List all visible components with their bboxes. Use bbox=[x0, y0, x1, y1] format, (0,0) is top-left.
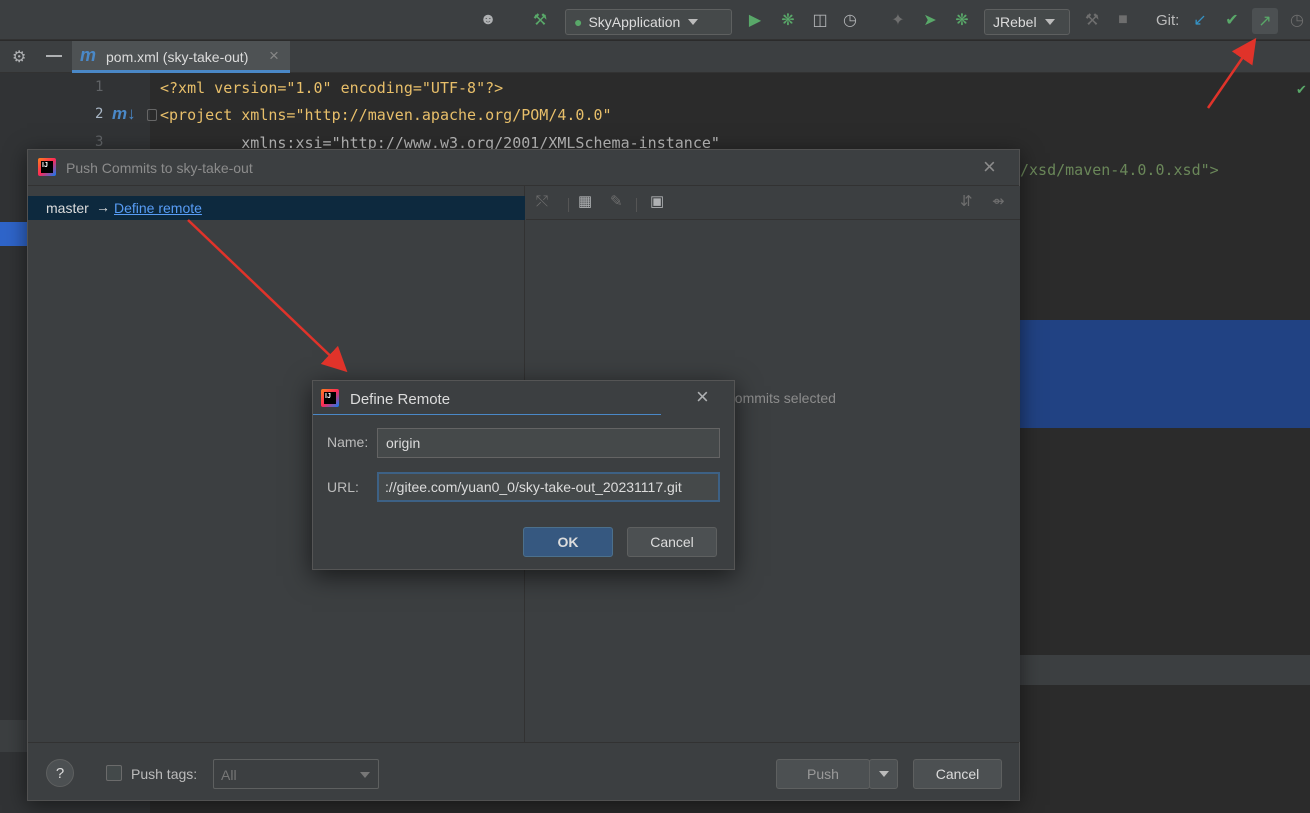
name-label: Name: bbox=[327, 434, 369, 450]
ok-button-label: OK bbox=[557, 534, 579, 550]
chevron-down-icon bbox=[688, 19, 699, 25]
intellij-icon: IJ bbox=[38, 158, 56, 176]
attach-icon[interactable]: ✦ bbox=[888, 10, 908, 30]
define-remote-link[interactable]: Define remote bbox=[114, 200, 202, 216]
close-icon[interactable]: × bbox=[269, 46, 279, 66]
cancel-button[interactable]: Cancel bbox=[913, 759, 1002, 789]
gear-icon[interactable]: ⚙ bbox=[12, 47, 26, 67]
url-label: URL: bbox=[327, 479, 359, 495]
push-dialog-titlebar[interactable]: IJ Push Commits to sky-take-out × bbox=[28, 150, 1019, 186]
close-icon[interactable]: × bbox=[983, 154, 996, 180]
fold-icon[interactable] bbox=[147, 109, 157, 121]
run-config-select[interactable]: ● SkyApplication bbox=[565, 9, 732, 35]
editor-band bbox=[1020, 655, 1310, 685]
url-input[interactable]: ://gitee.com/yuan0_0/sky-take-out_202311… bbox=[377, 472, 720, 502]
inspection-ok-icon: ✔ bbox=[1296, 82, 1307, 97]
edit-icon[interactable]: ✎ bbox=[610, 192, 623, 210]
bottom-strip bbox=[0, 720, 27, 752]
coverage-icon[interactable]: ◫ bbox=[810, 10, 830, 30]
line-number: 3 bbox=[95, 134, 104, 150]
cancel-button[interactable]: Cancel bbox=[627, 527, 717, 557]
history-icon[interactable]: ◷ bbox=[1287, 10, 1307, 30]
git-update-icon[interactable]: ↙ bbox=[1190, 10, 1210, 30]
main-toolbar: ☻ ⚒ ● SkyApplication ▶ ❋ ◫ ◷ ✦ ➤ ❋ JRebe… bbox=[0, 0, 1310, 40]
push-button[interactable]: Push bbox=[776, 759, 870, 789]
divider bbox=[568, 198, 569, 212]
arrow-right-icon: → bbox=[96, 199, 110, 215]
preview-icon[interactable]: ▣ bbox=[650, 192, 664, 210]
close-icon[interactable]: × bbox=[696, 384, 709, 410]
title-underline bbox=[313, 414, 661, 415]
remote-dialog-title: Define Remote bbox=[350, 391, 451, 408]
expand-all-icon[interactable]: ⇵ bbox=[960, 192, 973, 210]
tab-pom-xml[interactable]: m pom.xml (sky-take-out) × bbox=[72, 41, 290, 73]
git-label: Git: bbox=[1156, 12, 1180, 29]
minimize-icon[interactable] bbox=[46, 55, 62, 57]
tags-value: All bbox=[221, 767, 237, 783]
collapse-all-icon[interactable]: ⇴ bbox=[992, 192, 1005, 210]
chevron-down-icon bbox=[878, 771, 889, 777]
build-hammer-icon[interactable]: ⚒ bbox=[530, 10, 550, 30]
code-line-1: <?xml version="1.0" encoding="UTF-8"?> bbox=[160, 79, 504, 97]
debug-icon[interactable]: ❋ bbox=[778, 10, 798, 30]
define-remote-dialog: IJ Define Remote × Name: origin URL: ://… bbox=[312, 380, 735, 570]
push-tags-label: Push tags: bbox=[131, 766, 198, 782]
chevron-down-icon bbox=[1044, 19, 1055, 25]
ok-button[interactable]: OK bbox=[523, 527, 613, 557]
line-number: 2 bbox=[95, 106, 104, 122]
jrebel-run-icon[interactable]: ➤ bbox=[920, 10, 940, 30]
code-line-2: <project xmlns="http://maven.apache.org/… bbox=[160, 106, 612, 124]
help-button[interactable]: ? bbox=[46, 759, 74, 787]
tab-label: pom.xml (sky-take-out) bbox=[106, 49, 249, 65]
jrebel-label: JRebel bbox=[993, 14, 1037, 30]
branch-name: master bbox=[46, 200, 89, 216]
cancel-button-label: Cancel bbox=[650, 534, 694, 550]
profile-icon[interactable]: ◷ bbox=[840, 10, 860, 30]
run-config-label: SkyApplication bbox=[588, 14, 681, 30]
spring-icon: ● bbox=[574, 14, 583, 30]
stop-icon[interactable]: ■ bbox=[1113, 10, 1133, 30]
intellij-icon: IJ bbox=[321, 389, 339, 407]
push-button-label: Push bbox=[807, 766, 839, 782]
selection-marker bbox=[0, 222, 28, 246]
group-by-icon[interactable]: ▦ bbox=[578, 192, 592, 210]
details-toolbar: ⤲ ▦ ✎ ▣ ⇵ ⇴ bbox=[526, 186, 1020, 220]
cancel-button-label: Cancel bbox=[935, 766, 980, 782]
git-push-icon[interactable]: ↗ bbox=[1252, 8, 1278, 34]
divider bbox=[636, 198, 637, 212]
url-value: ://gitee.com/yuan0_0/sky-take-out_202311… bbox=[385, 479, 682, 495]
editor-tab-bar: ⚙ m pom.xml (sky-take-out) × bbox=[0, 41, 1310, 73]
maven-icon: m bbox=[80, 45, 97, 65]
maven-gutter-icon[interactable]: m↓ bbox=[112, 104, 136, 124]
push-dialog-title: Push Commits to sky-take-out bbox=[66, 160, 253, 176]
jrebel-select[interactable]: JRebel bbox=[984, 9, 1070, 35]
editor-selection bbox=[1020, 320, 1310, 428]
push-dialog-footer: ? Push tags: All Push Cancel bbox=[28, 742, 1019, 802]
hammer-icon[interactable]: ⚒ bbox=[1082, 10, 1102, 30]
branch-row[interactable]: master → Define remote bbox=[28, 196, 525, 220]
cherry-pick-icon[interactable]: ⤲ bbox=[536, 193, 548, 210]
chevron-down-icon bbox=[360, 772, 370, 778]
push-tags-checkbox[interactable] bbox=[106, 765, 122, 781]
name-value: origin bbox=[386, 435, 421, 451]
code-line-4-tail: /xsd/maven-4.0.0.xsd"> bbox=[1020, 161, 1219, 179]
push-options-button[interactable] bbox=[869, 759, 898, 789]
name-input[interactable]: origin bbox=[377, 428, 720, 458]
run-icon[interactable]: ▶ bbox=[745, 10, 765, 30]
user-icon[interactable]: ☻ bbox=[478, 10, 498, 30]
git-commit-icon[interactable]: ✔ bbox=[1222, 10, 1242, 30]
line-number: 1 bbox=[95, 79, 104, 95]
jrebel-debug-icon[interactable]: ❋ bbox=[952, 10, 972, 30]
tags-select[interactable]: All bbox=[213, 759, 379, 789]
